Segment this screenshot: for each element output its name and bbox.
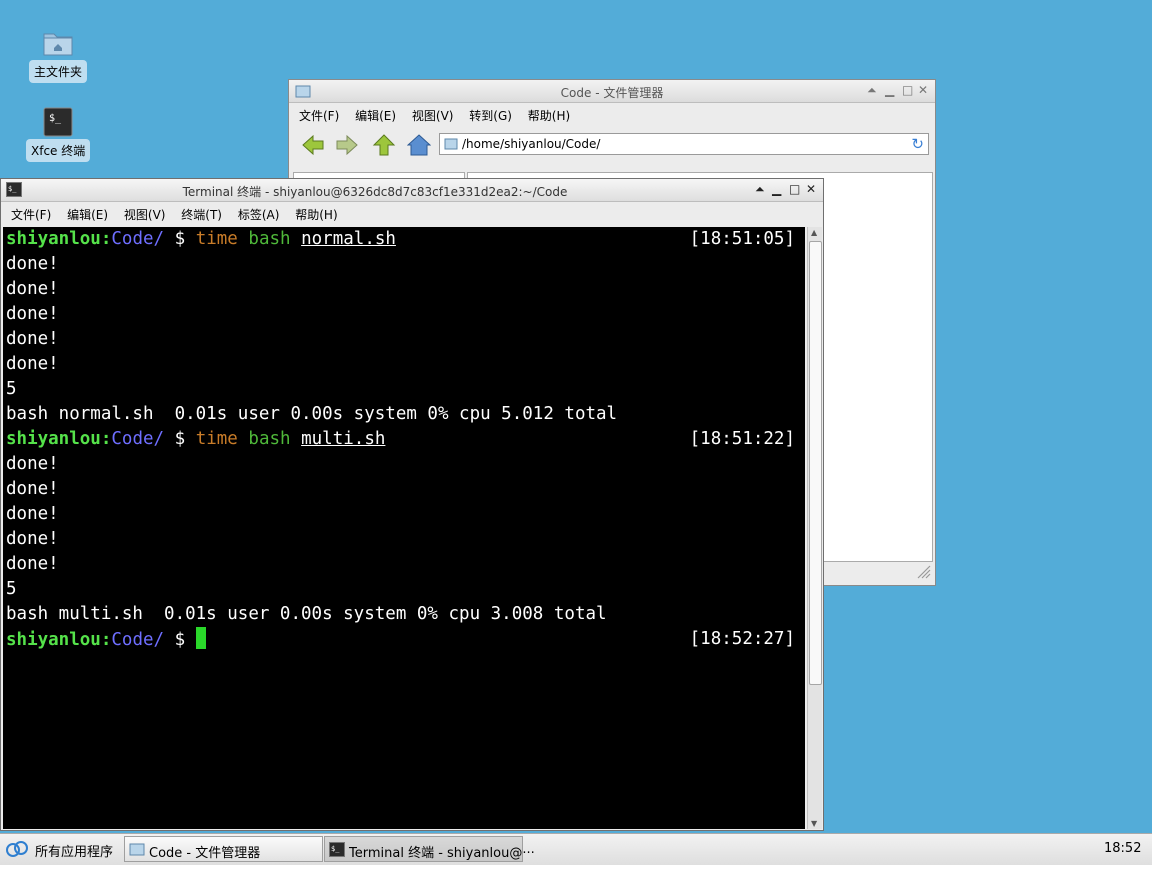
menu-view[interactable]: 视图(V) bbox=[412, 107, 454, 124]
clock[interactable]: 18:52 bbox=[1096, 836, 1146, 862]
applications-menu-icon bbox=[6, 840, 28, 862]
task-terminal[interactable]: $_ Terminal 终端 - shiyanlou@··· bbox=[324, 836, 535, 862]
menu-edit[interactable]: 编辑(E) bbox=[67, 206, 108, 223]
forward-arrow-icon[interactable] bbox=[335, 134, 359, 156]
up-arrow-icon[interactable] bbox=[372, 134, 396, 156]
output-line: done! bbox=[6, 479, 59, 499]
home-folder-icon bbox=[42, 28, 74, 58]
back-arrow-icon[interactable] bbox=[301, 134, 325, 156]
terminal-titlebar[interactable]: $_ Terminal 终端 - shiyanlou@6326dc8d7c83c… bbox=[1, 179, 823, 202]
close-icon[interactable]: ✕ bbox=[806, 182, 816, 196]
output-line: done! bbox=[6, 504, 59, 524]
scroll-up-arrow-icon[interactable]: ▲ bbox=[811, 228, 817, 237]
close-icon[interactable]: ✕ bbox=[918, 83, 928, 97]
screen-bottom-strip bbox=[0, 865, 1152, 896]
location-path: /home/shiyanlou/Code/ bbox=[462, 137, 601, 151]
folder-icon bbox=[444, 137, 458, 153]
terminal-small-icon: $_ bbox=[329, 842, 345, 861]
prompt-line: shiyanlou:Code/ $ time bash normal.sh [18… bbox=[3, 227, 805, 252]
task-file-manager[interactable]: Code - 文件管理器 bbox=[124, 836, 323, 862]
shade-icon[interactable]: ⏶ bbox=[867, 83, 877, 98]
desktop-icon-home-folder[interactable]: 主文件夹 bbox=[26, 28, 90, 83]
text-cursor bbox=[195, 627, 206, 649]
output-line: done! bbox=[6, 354, 59, 374]
menu-terminal[interactable]: 终端(T) bbox=[181, 206, 222, 223]
window-title: Terminal 终端 - shiyanlou@6326dc8d7c83cf1e… bbox=[182, 185, 568, 199]
terminal-screen[interactable]: shiyanlou:Code/ $ time bash normal.sh [18… bbox=[3, 227, 805, 829]
menu-file[interactable]: 文件(F) bbox=[11, 206, 51, 223]
maximize-icon[interactable]: □ bbox=[902, 83, 913, 97]
scrollbar-thumb[interactable] bbox=[809, 241, 822, 685]
prompt-timestamp: [18:52:27] bbox=[689, 629, 795, 649]
svg-text:$_: $_ bbox=[331, 845, 340, 853]
prompt-timestamp: [18:51:22] bbox=[689, 429, 795, 449]
output-line: done! bbox=[6, 554, 59, 574]
output-line: done! bbox=[6, 304, 59, 324]
file-manager-toolbar: /home/shiyanlou/Code/ ↻ bbox=[289, 125, 935, 165]
scroll-down-arrow-icon[interactable]: ▼ bbox=[811, 819, 817, 828]
output-line: done! bbox=[6, 254, 59, 274]
time-summary-line: bash normal.sh 0.01s user 0.00s system 0… bbox=[6, 404, 618, 424]
menu-edit[interactable]: 编辑(E) bbox=[355, 107, 396, 124]
resize-grip-icon[interactable] bbox=[917, 565, 931, 583]
applications-menu-label: 所有应用程序 bbox=[35, 845, 114, 860]
menu-go[interactable]: 转到(G) bbox=[469, 107, 512, 124]
home-icon[interactable] bbox=[406, 134, 432, 156]
prompt-line: shiyanlou:Code/ $ time bash multi.sh [18:… bbox=[3, 427, 805, 452]
menu-file[interactable]: 文件(F) bbox=[299, 107, 339, 124]
svg-text:$_: $_ bbox=[49, 113, 62, 124]
prompt-line: shiyanlou:Code/ $ [18:52:27] bbox=[6, 627, 795, 650]
desktop-icon-label: Xfce 终端 bbox=[26, 139, 91, 162]
output-line: 5 bbox=[6, 379, 17, 399]
output-line: done! bbox=[6, 529, 59, 549]
desktop-icon-terminal[interactable]: $_ Xfce 终端 bbox=[26, 107, 91, 162]
menu-help[interactable]: 帮助(H) bbox=[295, 206, 337, 223]
terminal-scrollbar[interactable]: ▲ ▼ bbox=[807, 227, 822, 829]
output-line: 5 bbox=[6, 579, 17, 599]
taskbar: 所有应用程序 Code - 文件管理器 $_ Terminal 终端 - shi… bbox=[0, 833, 1152, 866]
menu-view[interactable]: 视图(V) bbox=[124, 206, 166, 223]
applications-menu-button[interactable]: 所有应用程序 bbox=[4, 836, 120, 862]
terminal-window[interactable]: $_ Terminal 终端 - shiyanlou@6326dc8d7c83c… bbox=[0, 178, 824, 831]
minimize-icon[interactable]: ▁ bbox=[885, 83, 894, 97]
shade-icon[interactable]: ⏶ bbox=[755, 182, 765, 197]
minimize-icon[interactable]: ▁ bbox=[772, 182, 781, 196]
task-label: Code - 文件管理器 bbox=[149, 846, 261, 861]
output-line: done! bbox=[6, 279, 59, 299]
menu-help[interactable]: 帮助(H) bbox=[528, 107, 570, 124]
file-manager-titlebar[interactable]: Code - 文件管理器 ⏶ ▁ □ ✕ bbox=[289, 80, 935, 103]
folder-icon bbox=[129, 842, 145, 860]
window-title: Code - 文件管理器 bbox=[560, 86, 664, 100]
prompt-timestamp: [18:51:05] bbox=[689, 229, 795, 249]
desktop-icon-label: 主文件夹 bbox=[28, 60, 87, 83]
terminal-app-icon: $_ bbox=[42, 107, 74, 137]
menu-tabs[interactable]: 标签(A) bbox=[238, 206, 280, 223]
clock-time: 18:52 bbox=[1104, 841, 1142, 856]
output-line: done! bbox=[6, 454, 59, 474]
location-bar[interactable]: /home/shiyanlou/Code/ ↻ bbox=[439, 133, 929, 155]
maximize-icon[interactable]: □ bbox=[789, 182, 800, 196]
output-line: done! bbox=[6, 329, 59, 349]
time-summary-line: bash multi.sh 0.01s user 0.00s system 0%… bbox=[6, 604, 607, 624]
file-manager-menubar: 文件(F) 编辑(E) 视图(V) 转到(G) 帮助(H) bbox=[289, 103, 935, 125]
reload-icon[interactable]: ↻ bbox=[911, 135, 924, 153]
terminal-menubar: 文件(F) 编辑(E) 视图(V) 终端(T) 标签(A) 帮助(H) bbox=[1, 202, 823, 224]
task-label: Terminal 终端 - shiyanlou@··· bbox=[349, 846, 535, 861]
